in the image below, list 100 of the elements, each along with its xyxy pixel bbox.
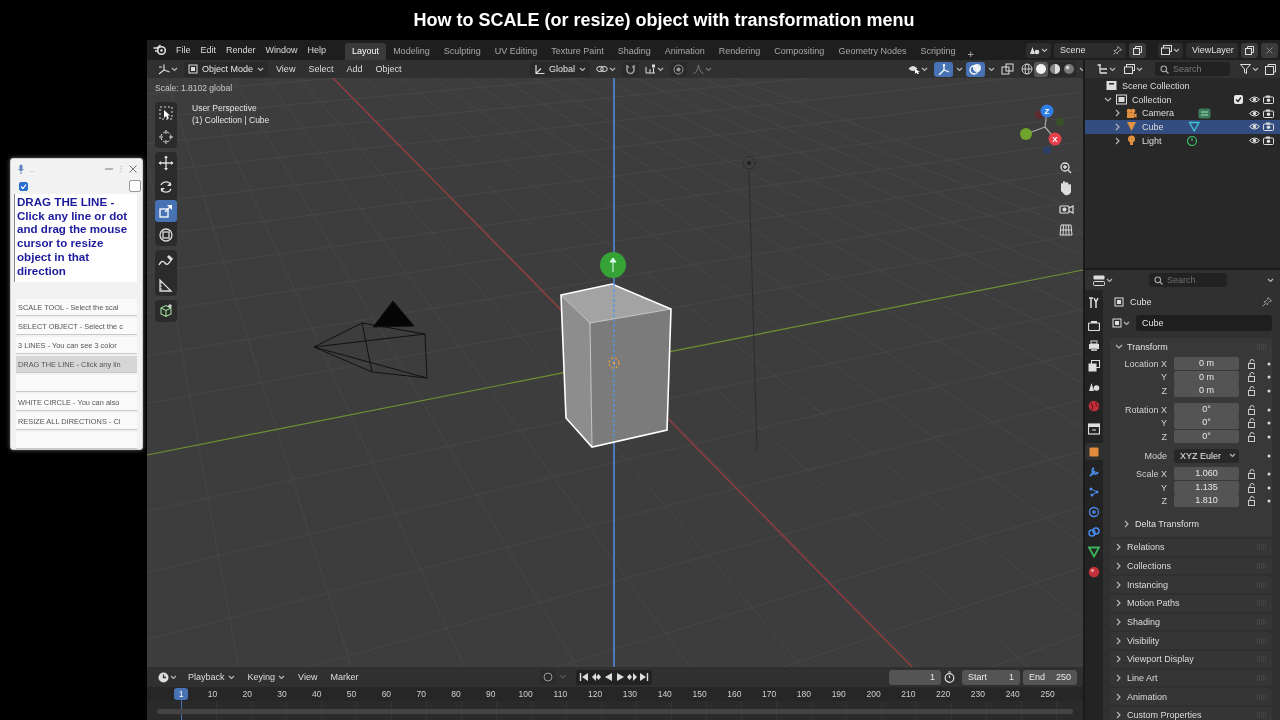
number-field[interactable]: 0 m (1174, 384, 1239, 398)
menu-item[interactable]: Keying (242, 672, 291, 682)
frame-number: 110 (552, 689, 569, 699)
number-field[interactable]: 0° (1174, 402, 1239, 416)
view-layer-field[interactable]: ViewLayer (1186, 42, 1238, 58)
menu-item[interactable]: View (293, 672, 323, 682)
frame-field[interactable]: 1 (889, 669, 941, 685)
field-label: Mode (1143, 450, 1167, 461)
number-field[interactable]: 0 m (1174, 370, 1239, 384)
frame-number: 80 (450, 689, 462, 699)
workspace-tab[interactable]: Animation (657, 43, 712, 60)
field-label: Rotation X (1123, 404, 1167, 415)
orientation-dropdown[interactable]: Global (530, 61, 590, 77)
panel-header[interactable]: Custom Properties (1110, 707, 1272, 720)
panel-header[interactable]: Viewport Display (1110, 651, 1272, 668)
frame-number: 170 (761, 689, 778, 699)
outliner-row[interactable]: Cube (1085, 120, 1280, 134)
number-field[interactable]: 1.810 (1174, 494, 1239, 508)
search-field[interactable]: Search (1155, 62, 1230, 76)
operator-status: Scale: 1.8102 global (155, 83, 233, 93)
frame-number: 220 (935, 689, 952, 699)
frame-number: 70 (415, 689, 427, 699)
number-field[interactable]: 0° (1174, 429, 1239, 443)
frame-number: 210 (900, 689, 917, 699)
scene-field[interactable]: Scene (1054, 42, 1126, 58)
frame-number: 160 (726, 689, 743, 699)
field-label: Z (1160, 431, 1167, 442)
axis-gizmo-drawing[interactable]: Z X (1020, 104, 1064, 154)
panel-header[interactable]: Animation (1110, 688, 1272, 706)
field-label: Y (1160, 418, 1167, 429)
frame-number: 140 (656, 689, 673, 699)
workspace-tab[interactable]: Scripting (913, 43, 963, 60)
workspace-tab[interactable]: Layout (345, 43, 387, 60)
object-name: Cube (1130, 297, 1152, 307)
number-field[interactable]: 1.135 (1174, 480, 1239, 494)
panel-header[interactable]: Visibility (1110, 632, 1272, 650)
view-name: User Perspective (192, 102, 258, 114)
frame-number: 10 (206, 689, 219, 699)
workspace-tab[interactable]: UV Editing (487, 43, 545, 60)
field-label: Y (1160, 372, 1167, 383)
menu-item[interactable]: File (171, 45, 196, 55)
frame-number: 240 (1004, 689, 1021, 699)
workspace-tab[interactable]: Compositing (767, 43, 832, 60)
panel-header[interactable]: Transform (1110, 338, 1272, 355)
panel-header[interactable]: Shading (1110, 613, 1272, 631)
menu-item[interactable]: Help (302, 45, 332, 55)
field-label: Z (1160, 386, 1167, 396)
panel-header[interactable]: Motion Paths (1110, 595, 1272, 612)
mode-dropdown[interactable]: XYZ Euler (1174, 448, 1239, 463)
field-label: Location X (1123, 358, 1167, 369)
start-frame-field[interactable]: Start 1 (962, 669, 1020, 685)
outliner-row[interactable]: Scene Collection (1085, 79, 1280, 93)
frame-number: 50 (345, 689, 358, 699)
menu-item[interactable]: Playback (183, 672, 240, 682)
add-workspace-button[interactable]: + (962, 48, 979, 60)
panel-header[interactable]: Line Art (1110, 669, 1272, 687)
field-label: Scale X (1134, 468, 1167, 479)
workspace-tab[interactable]: Sculpting (436, 43, 488, 60)
frame-number: 230 (969, 689, 986, 699)
panel-header[interactable]: Relations (1110, 538, 1272, 556)
menu-item[interactable]: View (271, 64, 301, 74)
frame-number: 180 (795, 689, 813, 699)
frame-number: 20 (241, 689, 253, 699)
frame-number: 100 (517, 689, 534, 699)
instruction-text: DRAG THE LINE - Click any line or dot and drag the mouse cursor to resize object in that direction (14, 194, 137, 282)
panel-header[interactable]: Instancing (1110, 576, 1272, 593)
outliner-row[interactable]: Collection (1085, 92, 1280, 107)
workspace-tab[interactable]: Geometry Nodes (831, 43, 914, 60)
frame-number: 130 (621, 689, 639, 699)
frame-number: 150 (691, 689, 708, 699)
workspace-tab[interactable]: Modeling (386, 43, 437, 60)
frame-number: 60 (380, 689, 393, 699)
video-title: How to SCALE (or resize) object with transformation menu (413, 9, 915, 31)
number-field[interactable]: 1.060 (1174, 467, 1239, 481)
workspace-tab[interactable]: Texture Paint (544, 43, 611, 60)
object-name-field[interactable]: Cube (1136, 315, 1272, 331)
frame-number: 30 (276, 689, 288, 699)
number-field[interactable]: 0 m (1174, 357, 1239, 370)
outliner-row[interactable]: Camera (1085, 106, 1280, 121)
frame-number: 90 (485, 689, 497, 699)
field-label: Y (1160, 482, 1167, 493)
end-frame-field[interactable]: End 250 (1023, 669, 1077, 685)
menu-item[interactable]: Marker (325, 672, 364, 682)
number-field[interactable]: 0° (1174, 416, 1239, 430)
menu-item[interactable]: Add (341, 64, 368, 74)
menu-item[interactable]: Object (370, 64, 407, 74)
mode-dropdown[interactable]: Object Mode (184, 61, 269, 77)
menu-item[interactable]: Edit (195, 45, 222, 55)
menu-item[interactable]: Window (260, 45, 303, 55)
outliner-row[interactable]: Light (1085, 133, 1280, 148)
menu-item[interactable]: Render (221, 45, 261, 55)
current-frame-marker[interactable]: 1 (174, 688, 188, 700)
frame-number: 190 (830, 689, 847, 699)
window-title: .. (30, 164, 36, 174)
panel-header[interactable]: Collections (1110, 557, 1272, 575)
workspace-tab[interactable]: Rendering (711, 43, 768, 60)
frame-number: 40 (311, 689, 323, 699)
subpanel-header[interactable]: Delta Transform (1110, 515, 1272, 533)
workspace-tab[interactable]: Shading (610, 43, 658, 60)
menu-item[interactable]: Select (303, 64, 339, 74)
